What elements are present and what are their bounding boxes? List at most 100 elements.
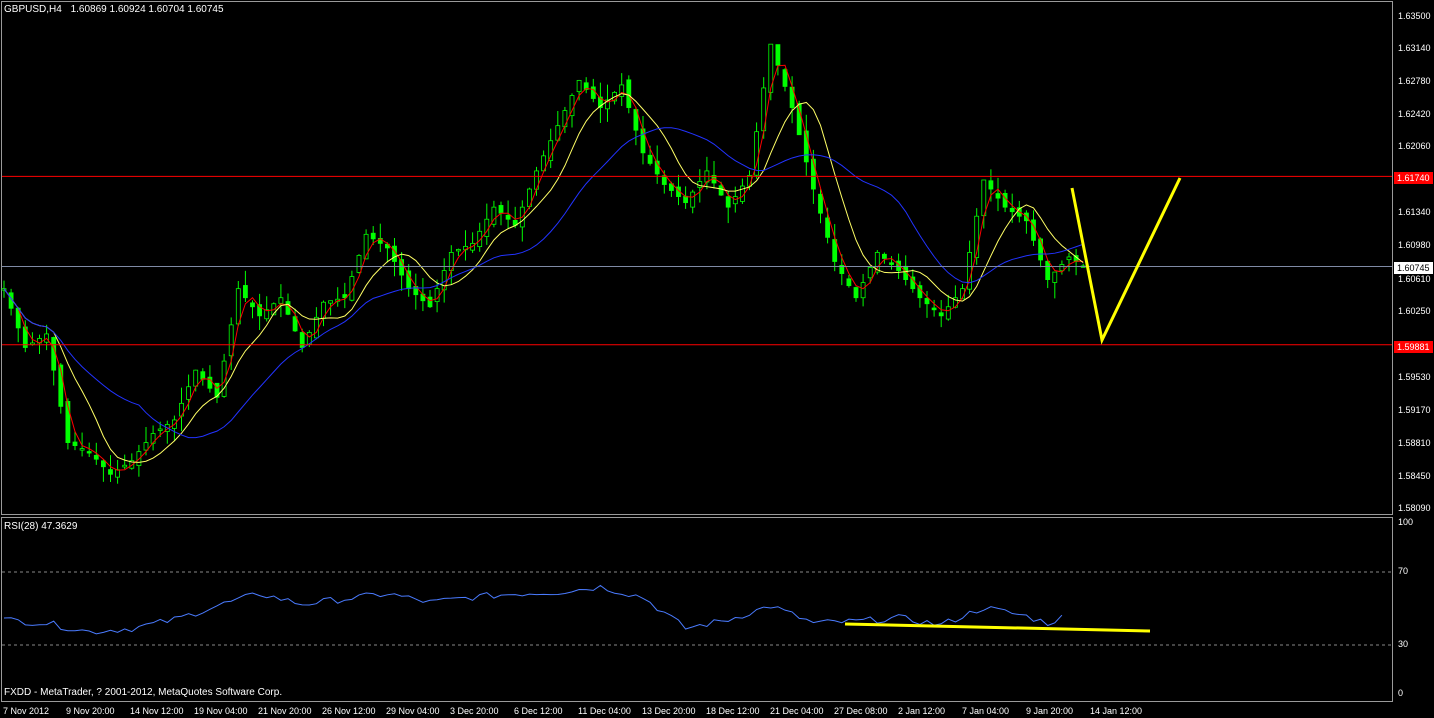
candle-body [924,298,930,305]
rsi-tick-label: 0 [1398,688,1404,698]
rsi-trendline-drawing [844,622,1151,633]
price-tick-label: 1.58810 [1398,438,1431,448]
candle-body [101,460,106,468]
candle-body [79,448,85,451]
time-tick-label: 26 Nov 12:00 [322,706,376,716]
candle-body [938,312,944,317]
ma-mid-line [3,93,1084,463]
candle-body [683,195,688,204]
support-price-tag: 1.59881 [1394,341,1433,353]
rsi-label: RSI(28) 47.3629 [4,521,78,532]
price-tick-label: 1.63500 [1398,11,1431,21]
candle-body [250,302,255,308]
candle-body [427,296,433,308]
candle-body [647,154,653,164]
candle-body [441,270,447,291]
candle-body [867,267,873,279]
candle-body [200,371,206,380]
candle-body [498,205,504,214]
rsi-tick-label: 100 [1398,517,1414,527]
candle-body [846,278,852,287]
projection-drawing [1070,177,1182,345]
candle-body [548,140,554,162]
time-tick-label: 14 Jan 12:00 [1090,706,1143,716]
candle-body [122,464,128,468]
time-tick-label: 11 Dec 04:00 [578,706,631,716]
candle-body [108,469,113,475]
candle-body [562,110,568,128]
time-tick-label: 13 Dec 20:00 [642,706,696,716]
price-tick-label: 1.60980 [1398,240,1431,250]
chart-canvas[interactable] [0,0,1434,718]
time-tick-label: 2 Jan 12:00 [898,706,946,716]
candle-body [945,306,951,320]
ohlc-values: 1.60869 1.60924 1.60704 1.60745 [70,4,224,15]
time-tick-label: 7 Jan 04:00 [962,706,1010,716]
price-tick-label: 1.58450 [1398,471,1431,481]
time-tick-label: 21 Dec 04:00 [770,706,824,716]
candle-body [782,69,788,87]
price-tick-label: 1.63140 [1398,43,1431,53]
candle-body [661,175,667,185]
candle-body [228,324,234,357]
candle-body [988,180,994,190]
resistance-price-tag: 1.61740 [1394,172,1433,184]
candle-body [775,44,781,66]
price-tick-label: 1.61340 [1398,207,1431,217]
candle-body [718,185,724,196]
candle-body [299,332,305,348]
candle-body [356,255,362,273]
candle-body [853,287,859,299]
candle-body [86,451,92,454]
rsi-tick-label: 70 [1398,566,1409,576]
candle-body [860,282,866,299]
price-tick-label: 1.60610 [1398,274,1431,284]
time-tick-label: 21 Nov 20:00 [258,706,312,716]
candle-body [434,288,440,303]
time-tick-label: 14 Nov 12:00 [130,706,184,716]
price-tick-label: 1.59530 [1398,372,1431,382]
candle-body [690,191,696,208]
candle-body [115,469,120,478]
candle-body [406,270,412,290]
candle-body [328,300,334,304]
candle-body [186,386,192,400]
candle-body [455,249,461,252]
candle-body [1066,256,1072,261]
candle-body [93,455,99,460]
symbol-text: GBPUSD,H4 [4,4,62,15]
time-tick-label: 29 Nov 04:00 [386,706,440,716]
ma-fast-line [3,64,1084,471]
candle-body [143,442,149,451]
time-tick-label: 18 Dec 12:00 [706,706,760,716]
candle-body [1059,264,1065,272]
candle-body [626,79,632,108]
candle-body [995,193,1001,199]
candle-body [72,441,78,447]
candle-body [235,288,241,325]
price-tick-label: 1.59170 [1398,405,1431,415]
time-tick-label: 27 Dec 08:00 [834,706,888,716]
candle-body [981,179,987,217]
candle-body [889,262,894,265]
candle-body [505,214,511,220]
candle-body [832,239,838,262]
symbol-label: GBPUSD,H4 1.60869 1.60924 1.60704 1.6074… [4,4,224,15]
candle-body [51,337,57,371]
candle-body [576,79,582,93]
candle-body [1038,238,1043,261]
candle-body [1045,260,1051,280]
candle-body [882,253,887,259]
candle-body [931,307,937,311]
candle-body [725,196,731,208]
candle-body [157,428,163,431]
price-tick-label: 1.62780 [1398,76,1431,86]
candle-body [1052,271,1058,283]
time-tick-label: 7 Nov 2012 [3,706,50,716]
price-tick-label: 1.62060 [1398,141,1431,151]
ma-slow-line [3,127,1084,439]
candle-body [484,218,490,237]
price-tick-label: 1.58090 [1398,503,1431,513]
current-price-tag: 1.60745 [1394,262,1433,274]
candle-body [732,196,738,205]
